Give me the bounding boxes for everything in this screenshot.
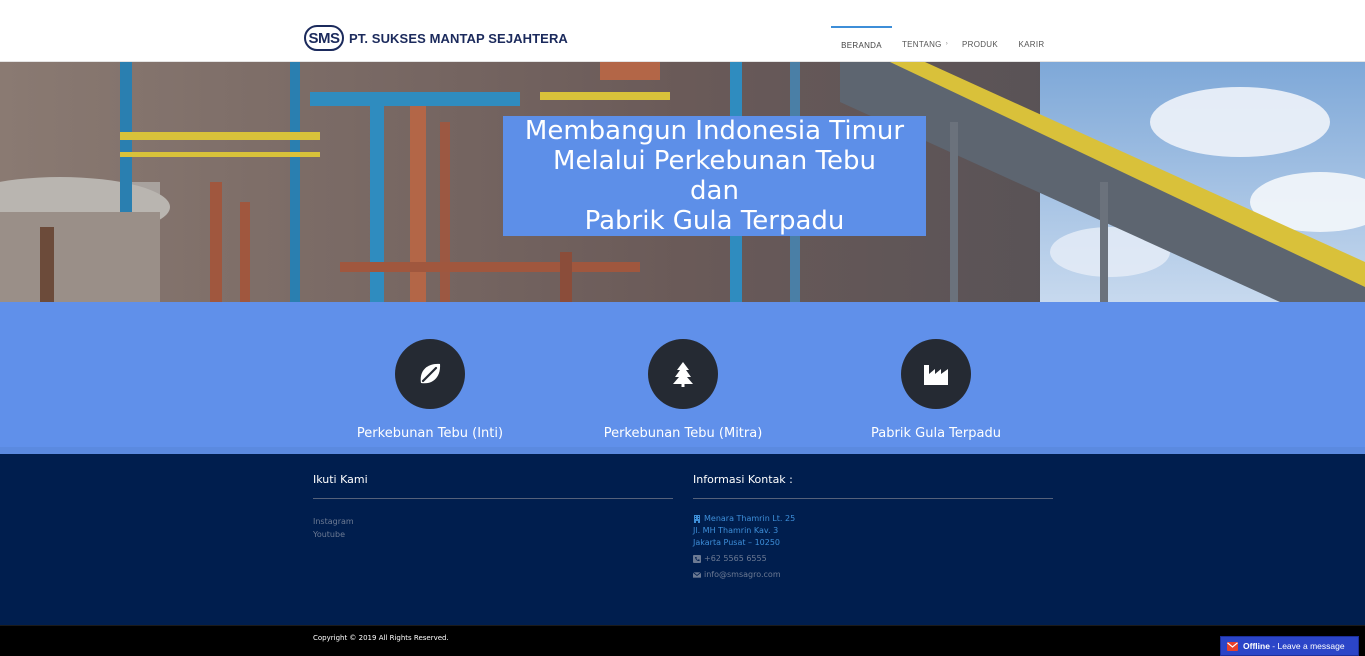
company-name: PT. SUKSES MANTAP SEJAHTERA [349,30,568,46]
nav-item-produk[interactable]: PRODUK [958,26,1002,62]
contact-info: Menara Thamrin Lt. 25 Jl. MH Thamrin Kav… [693,513,1053,581]
site-footer: Ikuti Kami Instagram Youtube Informasi K… [0,454,1365,625]
features-section: Perkebunan Tebu (Inti) Perkebunan Tebu (… [0,302,1365,447]
factory-icon [924,365,948,385]
phone-text: +62 5565 6555 [704,554,767,563]
phone-line[interactable]: +62 5565 6555 [693,553,1053,565]
section-divider [0,447,1365,454]
footer-heading: Ikuti Kami [313,473,673,499]
youtube-link[interactable]: Youtube [313,528,673,541]
address-text: Jakarta Pusat – 10250 [693,538,781,547]
nav-label: TENTANG [901,39,942,49]
feature-icon-circle [395,339,465,409]
building-icon [694,515,700,523]
copyright-bar: Copyright © 2019 All Rights Reserved. [0,625,1365,656]
address-line[interactable]: Jl. MH Thamrin Kav. 3 [693,525,1053,537]
company-logo[interactable]: SMS PT. SUKSES MANTAP SEJAHTERA [304,25,568,51]
nav-label: BERANDA [841,40,882,50]
envelope-icon [693,572,701,578]
hero-title-box: Membangun Indonesia Timur Melalui Perkeb… [503,116,926,236]
tree-icon [673,362,693,387]
footer-contact-column: Informasi Kontak : Menara Thamrin Lt. 25… [693,473,1053,581]
email-text: info@smsagro.com [704,570,781,579]
hero-title-line: Pabrik Gula Terpadu [584,206,845,236]
feature-perkebunan-inti[interactable]: Perkebunan Tebu (Inti) [330,339,530,441]
chat-message: - Leave a message [1269,641,1345,651]
nav-item-tentang[interactable]: TENTANG › [892,26,958,62]
footer-follow-column: Ikuti Kami Instagram Youtube [313,473,673,541]
live-chat-widget[interactable]: Offline - Leave a message [1220,636,1359,656]
nav-item-beranda[interactable]: BERANDA [831,26,892,62]
main-nav: BERANDA TENTANG › PRODUK KARIR [831,26,1061,62]
address-line[interactable]: Menara Thamrin Lt. 25 [693,513,1053,525]
nav-label: PRODUK [961,39,999,49]
social-links: Instagram Youtube [313,515,673,541]
logo-badge: SMS [304,25,344,51]
phone-icon [693,555,701,563]
feature-label: Pabrik Gula Terpadu [871,426,1001,441]
feature-label: Perkebunan Tebu (Inti) [356,426,504,441]
feature-pabrik-gula[interactable]: Pabrik Gula Terpadu [836,339,1036,441]
feature-icon-circle [901,339,971,409]
instagram-link[interactable]: Instagram [313,515,673,528]
address-text: Menara Thamrin Lt. 25 [704,514,796,523]
chat-status-text: Offline - Leave a message [1243,641,1345,651]
copyright-text: Copyright © 2019 All Rights Reserved. [313,634,449,642]
address-line[interactable]: Jakarta Pusat – 10250 [693,537,1053,549]
chat-status: Offline [1243,641,1270,651]
nav-item-karir[interactable]: KARIR [1002,26,1061,62]
email-line[interactable]: info@smsagro.com [693,569,1053,581]
nav-label: KARIR [1018,39,1045,49]
mail-icon [1227,641,1238,651]
hero-title-line: Melalui Perkebunan Tebu [553,146,876,176]
address-text: Jl. MH Thamrin Kav. 3 [693,526,779,535]
footer-heading: Informasi Kontak : [693,473,1053,499]
leaf-icon [420,363,441,384]
feature-icon-circle [648,339,718,409]
feature-label: Perkebunan Tebu (Mitra) [603,426,763,441]
hero-banner: Membangun Indonesia Timur Melalui Perkeb… [0,62,1365,302]
hero-title-line: dan [690,176,739,206]
chevron-right-icon: › [945,41,949,47]
feature-perkebunan-mitra[interactable]: Perkebunan Tebu (Mitra) [583,339,783,441]
hero-title-line: Membangun Indonesia Timur [524,116,905,146]
site-header: SMS PT. SUKSES MANTAP SEJAHTERA BERANDA … [0,0,1365,62]
